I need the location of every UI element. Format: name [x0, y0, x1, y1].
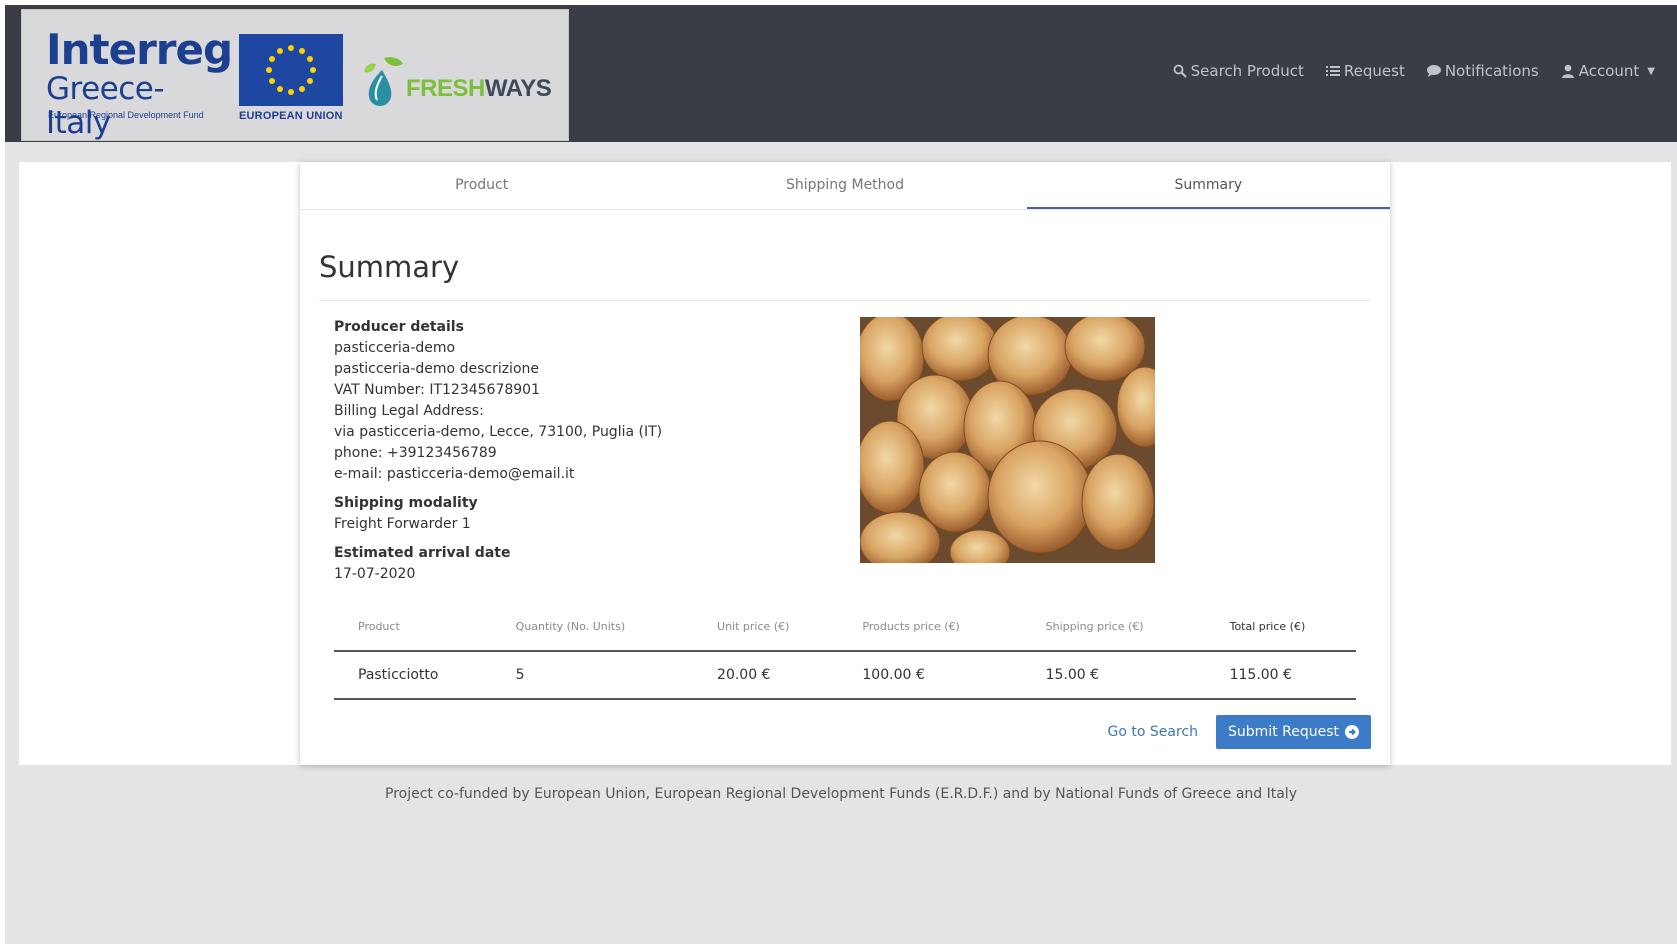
tab-shipping-method[interactable]: Shipping Method: [663, 162, 1026, 209]
col-products-price: Products price (€): [838, 603, 1022, 652]
producer-name: pasticceria-demo: [334, 340, 456, 356]
arrival-date-value: 17-07-2020: [334, 566, 416, 582]
tab-product[interactable]: Product: [300, 162, 663, 209]
col-quantity: Quantity (No. Units): [491, 603, 694, 652]
col-unit-price: Unit price (€): [693, 603, 839, 652]
table-header-row: Product Quantity (No. Units) Unit price …: [334, 603, 1356, 652]
comment-icon: [1426, 65, 1441, 77]
cell-products-price: 100.00 €: [838, 651, 1022, 700]
cell-product: Pasticciotto: [334, 651, 492, 700]
nav-account[interactable]: Account ▼: [1561, 62, 1655, 80]
interreg-logo: Interreg Greece-Italy European Regional …: [46, 28, 233, 141]
tab-summary[interactable]: Summary: [1026, 162, 1390, 209]
submit-request-button[interactable]: Submit Request: [1216, 715, 1371, 749]
arrival-date-label: Estimated arrival date: [334, 545, 511, 561]
cell-unit-price: 20.00 €: [693, 651, 839, 700]
ways-word: WAYS: [484, 75, 552, 102]
action-bar: Go to Search Submit Request: [1108, 715, 1371, 749]
eu-label: EUROPEAN UNION: [239, 110, 343, 122]
list-icon: [1325, 66, 1340, 76]
producer-description: pasticceria-demo descrizione: [334, 361, 540, 377]
cell-shipping-price: 15.00 €: [1021, 651, 1206, 700]
user-icon: [1561, 64, 1574, 78]
interreg-wordmark: Interreg: [46, 25, 233, 74]
price-table: Product Quantity (No. Units) Unit price …: [334, 603, 1356, 700]
nav-notifications[interactable]: Notifications: [1426, 62, 1539, 80]
nav-request[interactable]: Request: [1325, 62, 1405, 80]
product-image: [860, 317, 1155, 563]
eu-flag-icon: [239, 34, 343, 106]
footer-text: Project co-funded by European Union, Eur…: [385, 786, 1297, 802]
nav-label: Request: [1343, 62, 1405, 80]
col-shipping-price: Shipping price (€): [1021, 603, 1206, 652]
cell-total-price: 115.00 €: [1205, 651, 1356, 700]
cell-quantity: 5: [491, 651, 694, 700]
shipping-modality-label: Shipping modality: [334, 495, 478, 511]
producer-details-label: Producer details: [334, 319, 464, 335]
page-title: Summary: [319, 250, 460, 284]
title-divider: [319, 300, 1370, 301]
interreg-fund-label: European Regional Development Fund: [48, 110, 204, 120]
request-card: Product Shipping Method Summary Summary …: [300, 162, 1390, 765]
leaf-drop-icon: [364, 57, 403, 106]
submit-label: Submit Request: [1228, 724, 1339, 740]
freshways-logo: FRESHWAYS: [362, 54, 552, 114]
col-product: Product: [334, 603, 492, 652]
arrow-circle-right-icon: [1345, 725, 1359, 739]
interreg-subtitle: Greece-Italy: [46, 71, 165, 141]
shipping-modality-value: Freight Forwarder 1: [334, 516, 471, 532]
chevron-down-icon: ▼: [1647, 65, 1655, 77]
table-row: Pasticciotto 5 20.00 € 100.00 € 15.00 € …: [334, 651, 1356, 700]
fresh-word: FRESH: [406, 75, 485, 102]
wizard-tabs: Product Shipping Method Summary: [300, 162, 1390, 210]
producer-phone: phone: +39123456789: [334, 445, 497, 461]
go-to-search-link[interactable]: Go to Search: [1108, 724, 1198, 740]
producer-vat: VAT Number: IT12345678901: [334, 382, 540, 398]
app-header: Interreg Greece-Italy European Regional …: [5, 5, 1677, 142]
col-total-price: Total price (€): [1205, 603, 1356, 652]
nav-search-product[interactable]: Search Product: [1173, 62, 1304, 80]
nav-label: Notifications: [1444, 62, 1539, 80]
producer-details: Producer details pasticceria-demo pastic…: [334, 317, 804, 585]
billing-address: via pasticceria-demo, Lecce, 73100, Pugl…: [334, 424, 663, 440]
nav-label: Account: [1578, 62, 1640, 80]
producer-email: e-mail: pasticceria-demo@email.it: [334, 466, 575, 482]
top-nav: Search Product Request Notifications Acc…: [1173, 62, 1655, 80]
logo-strip: Interreg Greece-Italy European Regional …: [21, 9, 569, 141]
freshways-wordmark: FRESHWAYS: [406, 75, 552, 103]
search-icon: [1173, 64, 1187, 78]
billing-address-label: Billing Legal Address:: [334, 403, 484, 419]
nav-label: Search Product: [1190, 62, 1304, 80]
